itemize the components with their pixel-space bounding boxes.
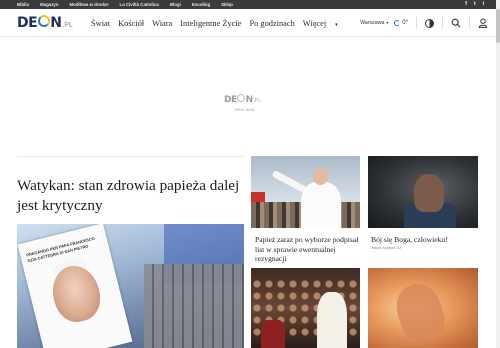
card-image-sad-person[interactable] [368, 156, 478, 228]
menu-item-wiecej-label: Więcej [302, 18, 327, 28]
head-shape [414, 174, 444, 212]
card-title-boj-sie-boga[interactable]: Bój się Boga, człowieku! [371, 235, 477, 245]
menu-item-wiecej[interactable]: Więcej ▾ [303, 19, 346, 28]
ad-logo-o-icon [237, 94, 246, 102]
ad-logo-pl: .PL [253, 98, 262, 104]
deon-logo[interactable]: DE N .PL [17, 14, 73, 32]
twitter-icon[interactable]: t [474, 0, 476, 9]
top-link-civilta[interactable]: La Civiltà Cattolica [120, 2, 159, 7]
menu-item-po-godzinach[interactable]: Po godzinach [249, 19, 294, 28]
top-link-magazyn[interactable]: Magazyn [40, 2, 59, 7]
card-image-praying-hands[interactable] [368, 268, 478, 348]
menu-item-swiat[interactable]: Świat [91, 19, 110, 28]
instagram-icon[interactable]: i [483, 0, 484, 9]
scrollbar[interactable] [496, 0, 500, 348]
poster-text: PREGANDO PER PAPA FRANCESCO EZIA CATTEDR… [25, 235, 96, 264]
scrollbar-thumb[interactable] [496, 9, 500, 43]
top-link-biblia[interactable]: Biblia [17, 2, 29, 7]
social-links: f t i [465, 0, 484, 9]
head-shape [313, 168, 328, 185]
hands-shape [390, 278, 450, 346]
menu-item-kosciol[interactable]: Kościół [118, 19, 144, 28]
poster: PREGANDO PER PAPA FRANCESCO EZIA CATTEDR… [17, 224, 133, 348]
city-chevron-icon: ▾ [386, 20, 389, 25]
weather-widget[interactable]: 0° [394, 20, 408, 26]
menu: Świat Kościół Wiara Inteligentne Życie P… [91, 9, 354, 37]
pope-shape [317, 292, 347, 348]
search-icon[interactable] [451, 18, 461, 28]
card-image-pope-waving[interactable] [251, 156, 360, 228]
main-article-image[interactable]: PREGANDO PER PAPA FRANCESCO EZIA CATTEDR… [17, 224, 244, 348]
top-links: Biblia Magazyn Modlitwa w drodze La Civi… [17, 0, 244, 9]
card-title-papiez-list[interactable]: Papież zaraz po wyborze podpisał list w … [255, 235, 359, 264]
ad-logo: DE N .PL [224, 94, 261, 106]
ad-logo-n: N [245, 95, 254, 105]
arm-shape [271, 169, 307, 194]
main-nav: DE N .PL Świat Kościół Wiara Inteligentne … [0, 9, 500, 37]
ad-logo-de: DE [224, 95, 237, 105]
top-bar: Biblia Magazyn Modlitwa w drodze La Civi… [0, 0, 500, 9]
card-author[interactable]: Jakub Kwiatek SJ [371, 246, 401, 250]
main-article-title[interactable]: Watykan: stan zdrowia papieża dalej jest… [17, 176, 242, 216]
city-selector[interactable]: Warszawa ▾ [360, 20, 388, 26]
divider [416, 17, 417, 29]
divider [442, 17, 443, 29]
top-link-escolbig[interactable]: Escolbig [192, 2, 210, 7]
chevron-down-icon: ▾ [335, 22, 338, 28]
top-link-blogi[interactable]: Blogi [170, 2, 181, 7]
menu-item-wiara[interactable]: Wiara [152, 19, 172, 28]
temperature: 0° [402, 20, 408, 26]
logo-pl: .PL [62, 22, 73, 29]
ad-label: REKLAMA [235, 108, 255, 112]
building-shape [144, 264, 244, 348]
nav-tools: Warszawa ▾ 0° [360, 9, 488, 37]
facebook-icon[interactable]: f [465, 0, 467, 9]
robe-shape [301, 182, 341, 228]
logo-n: N [50, 15, 62, 31]
divider [469, 17, 470, 29]
city-label: Warszawa [360, 20, 385, 26]
logo-de: DE [17, 15, 38, 31]
card-image-priests[interactable] [251, 268, 360, 348]
weather-icon [394, 20, 401, 26]
contrast-icon[interactable] [425, 18, 434, 28]
logo-o-icon [37, 15, 50, 27]
top-link-modlitwa[interactable]: Modlitwa w drodze [70, 2, 109, 7]
section-divider [17, 156, 244, 157]
cardinal-shape [261, 320, 285, 348]
menu-item-inteligentne-zycie[interactable]: Inteligentne Życie [180, 19, 241, 28]
user-icon[interactable] [478, 18, 488, 28]
top-link-sklep[interactable]: Sklep [221, 2, 233, 7]
